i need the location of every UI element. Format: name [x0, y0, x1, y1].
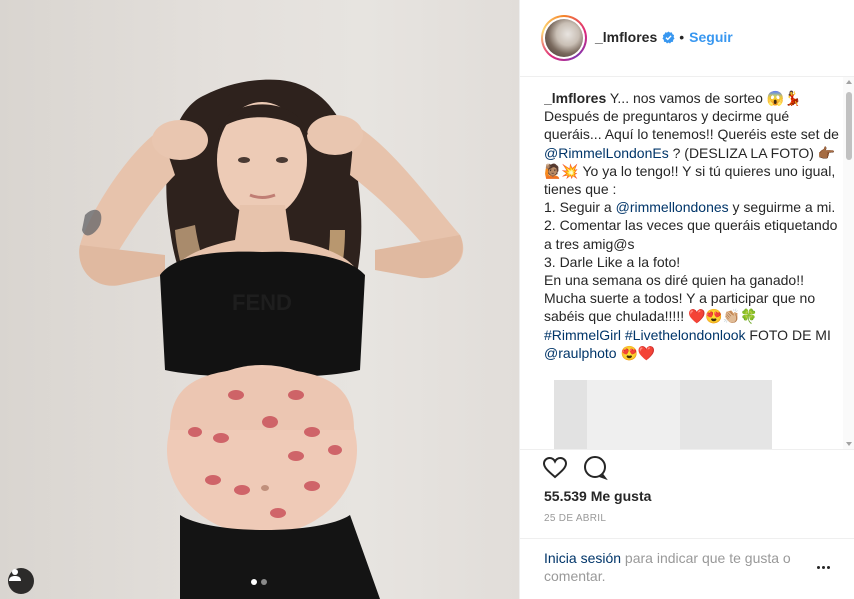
login-link[interactable]: Inicia sesión: [544, 550, 621, 566]
post-actions: 55.539 Me gusta 25 DE ABRIL: [520, 449, 854, 524]
verified-badge-icon: [662, 30, 675, 44]
more-options-icon[interactable]: [817, 566, 831, 572]
carousel-dot-active: [251, 579, 257, 585]
caption-text: FOTO DE MI: [745, 326, 831, 343]
carousel-indicator: [251, 579, 267, 585]
caption-text: En una semana os diré quien ha ganado!! …: [544, 272, 816, 325]
comment-icon[interactable]: [582, 455, 608, 481]
user-tag-icon[interactable]: [8, 568, 34, 594]
caption-link[interactable]: #RimmelGirl: [544, 327, 621, 343]
header-user-line: _lmflores • Seguir: [595, 29, 733, 45]
post-date[interactable]: 25 DE ABRIL: [544, 513, 606, 524]
post-header: _lmflores • Seguir: [520, 0, 854, 77]
caption-text: 1. Seguir a: [544, 199, 616, 216]
caption-link[interactable]: #Livethelondonlook: [625, 327, 746, 343]
comments-area[interactable]: _lmflores Y... nos vamos de sorteo 😱💃 De…: [544, 77, 840, 449]
caption-text: 😍❤️: [616, 344, 656, 361]
caption-text: 2. Comentar las veces que queráis etique…: [544, 217, 838, 252]
blurred-comment-placeholder: [554, 380, 772, 449]
login-prompt: Inicia sesión para indicar que te gusta …: [520, 538, 854, 599]
post-sidebar: _lmflores • Seguir _lmflores Y... nos va…: [519, 0, 854, 599]
scroll-thumb[interactable]: [846, 92, 852, 160]
scroll-up-icon[interactable]: [846, 80, 852, 84]
follow-button[interactable]: Seguir: [689, 29, 733, 45]
comments-scrollbar[interactable]: [843, 77, 854, 449]
caption-link[interactable]: @rimmellondones: [616, 199, 729, 215]
caption-text: 3. Darle Like a la foto!: [544, 253, 681, 270]
photo-illustration: FEND: [79, 79, 464, 599]
heart-icon[interactable]: [542, 455, 568, 481]
post-photo[interactable]: FEND: [0, 0, 519, 599]
caption-link[interactable]: @raulphoto: [544, 345, 617, 361]
header-username[interactable]: _lmflores: [595, 29, 657, 45]
caption-username[interactable]: _lmflores: [544, 90, 606, 106]
caption-text: y seguirme a mi.: [728, 199, 836, 216]
header-bullet: •: [679, 29, 685, 45]
caption-link[interactable]: @RimmelLondonEs: [544, 145, 669, 161]
scroll-down-icon[interactable]: [846, 442, 852, 446]
svg-text:FEND: FEND: [232, 290, 292, 315]
post-caption: _lmflores Y... nos vamos de sorteo 😱💃 De…: [544, 77, 840, 362]
avatar[interactable]: [541, 15, 587, 61]
likes-count[interactable]: 55.539 Me gusta: [544, 488, 651, 504]
carousel-dot[interactable]: [261, 579, 267, 585]
